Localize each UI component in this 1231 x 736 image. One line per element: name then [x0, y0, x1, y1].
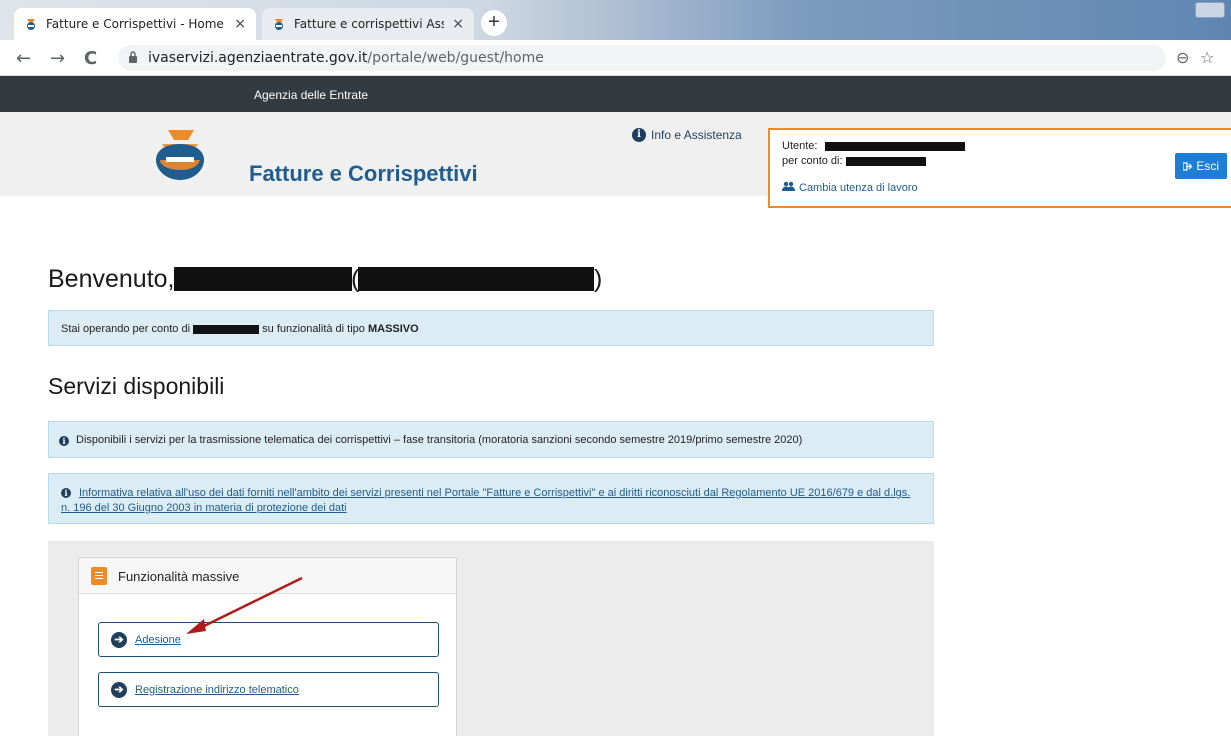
operating-after: su funzionalità di tipo: [262, 323, 365, 335]
notice-corrispettivi-row: i Disponibili i servizi per la trasmissi…: [59, 434, 803, 446]
esci-button[interactable]: Esci: [1175, 153, 1227, 179]
url-bar[interactable]: ivaservizi.agenziaentrate.gov.it/portale…: [118, 45, 1166, 71]
utente-label: Utente:: [782, 140, 818, 152]
info-assistenza-link[interactable]: i Info e Assistenza: [632, 128, 742, 142]
operating-before: Stai operando per conto di: [61, 323, 191, 335]
operating-mode: MASSIVO: [367, 323, 419, 335]
operating-alert: Stai operando per conto di su funzionali…: [48, 310, 934, 346]
site-title[interactable]: Fatture e Corrispettivi: [249, 161, 478, 187]
close-icon[interactable]: ×: [234, 16, 246, 32]
bookmark-star-icon[interactable]: ☆: [1200, 48, 1214, 67]
info-icon: i: [61, 488, 71, 499]
address-toolbar: ← → C ivaservizi.agenziaentrate.gov.it/p…: [0, 40, 1231, 76]
arrow-right-circle-icon: ➔: [111, 681, 127, 698]
lock-icon: [128, 50, 138, 66]
arrow-right-circle-icon: ➔: [111, 631, 127, 648]
tab-fatture-assistenza[interactable]: Fatture e corrispettivi Assistenza ×: [262, 8, 474, 40]
forward-arrow-icon[interactable]: →: [50, 48, 65, 69]
card-header: Funzionalità massive: [79, 558, 456, 594]
back-arrow-icon[interactable]: ←: [16, 48, 31, 69]
window-minimize-button[interactable]: [1195, 2, 1225, 18]
per-conto-label: per conto di:: [782, 155, 843, 167]
cambia-utenza-link[interactable]: Cambia utenza di lavoro: [782, 181, 918, 194]
per-conto-row: per conto di:: [782, 155, 926, 167]
adesione-button[interactable]: ➔ Adesione: [98, 622, 439, 657]
tab-title: Fatture e corrispettivi Assistenza: [294, 17, 445, 31]
user-panel: Utente: per conto di: Cambia utenza di l…: [768, 128, 1231, 208]
close-icon[interactable]: ×: [452, 16, 464, 32]
reload-icon[interactable]: C: [84, 48, 97, 69]
operating-text: Stai operando per conto di su funzionali…: [61, 323, 419, 335]
users-icon: [782, 181, 795, 194]
tab-title: Fatture e Corrispettivi - Home: [46, 17, 224, 31]
agenzia-favicon-icon: [24, 17, 38, 31]
redacted-block: [824, 141, 965, 151]
privacy-informativa-link[interactable]: Informativa relativa all'uso dei dati fo…: [61, 487, 910, 514]
new-tab-button[interactable]: +: [481, 10, 507, 36]
redacted-block: [845, 156, 926, 166]
adesione-label: Adesione: [135, 633, 181, 646]
welcome-heading: Benvenuto,: [48, 265, 175, 293]
notice-corrispettivi-text: Disponibili i servizi per la trasmission…: [76, 434, 803, 446]
info-icon: i: [632, 128, 646, 142]
esci-label: Esci: [1196, 159, 1219, 173]
agenzia-logo-icon[interactable]: [152, 126, 208, 186]
redacted-code: [358, 267, 594, 291]
notice-corrispettivi: i Disponibili i servizi per la trasmissi…: [48, 421, 934, 458]
redacted-name: [174, 267, 352, 291]
agenzia-favicon-icon: [272, 17, 286, 31]
utente-row: Utente:: [782, 140, 965, 152]
tab-fatture-home[interactable]: Fatture e Corrispettivi - Home ×: [14, 8, 256, 40]
welcome-paren-close: ): [594, 265, 603, 293]
registrazione-indirizzo-button[interactable]: ➔ Registrazione indirizzo telematico: [98, 672, 439, 707]
registrazione-label: Registrazione indirizzo telematico: [135, 683, 299, 696]
redacted-block: [193, 324, 260, 334]
notice-privacy: i Informativa relativa all'uso dei dati f…: [48, 473, 934, 524]
services-heading: Servizi disponibili: [48, 373, 225, 399]
info-icon: i: [59, 436, 69, 446]
notice-privacy-row: i Informativa relativa all'uso dei dati f…: [61, 486, 915, 516]
agency-label: Agenzia delle Entrate: [254, 88, 369, 102]
card-title: Funzionalità massive: [118, 569, 240, 584]
funzionalita-massive-card: Funzionalità massive ➔ Adesione ➔ Regist…: [78, 557, 457, 736]
cambia-label: Cambia utenza di lavoro: [799, 181, 918, 194]
url-path: /portale/web/guest/home: [367, 50, 544, 66]
logout-icon: [1182, 159, 1196, 173]
site-topbar: Agenzia delle Entrate: [0, 76, 1231, 112]
zoom-icon[interactable]: ⊖: [1176, 48, 1189, 67]
url-host: ivaservizi.agenziaentrate.gov.it: [148, 50, 368, 66]
document-icon: [91, 567, 107, 585]
browser-tabstrip: Fatture e Corrispettivi - Home × Fatture…: [0, 0, 1231, 40]
info-link-label: Info e Assistenza: [651, 128, 742, 142]
